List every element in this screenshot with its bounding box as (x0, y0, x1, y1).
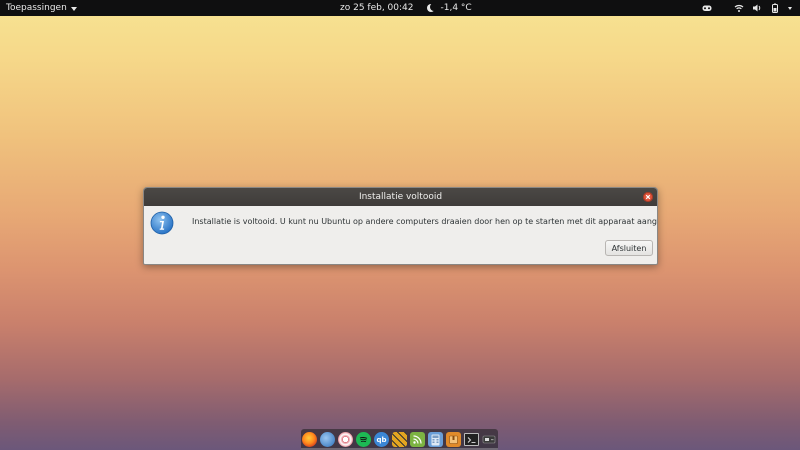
wifi-icon[interactable] (734, 3, 744, 13)
puzzle-icon[interactable] (392, 432, 407, 447)
calculator-icon[interactable] (428, 432, 443, 447)
info-icon (150, 211, 174, 235)
calculator-glyph (431, 434, 440, 445)
chevron-down-icon (70, 6, 77, 11)
weather-temperature: -1,4 °C (440, 3, 472, 13)
installation-complete-dialog: Installatie voltooid Installatie is volt… (143, 187, 658, 265)
applications-menu[interactable]: Toepassingen (6, 0, 77, 16)
usb-creator-icon[interactable] (482, 432, 497, 447)
clock-area[interactable]: zo 25 feb, 00:42 -1,4 °C (340, 0, 472, 16)
close-button[interactable]: Afsluiten (605, 240, 653, 256)
dock: qb (301, 429, 498, 450)
thunderbird-icon[interactable] (320, 432, 335, 447)
rss-glyph (413, 435, 422, 444)
archive-glyph (449, 435, 458, 444)
gamepad-icon[interactable] (702, 3, 712, 13)
moon-icon (427, 3, 439, 12)
dialog-message: Installatie is voltooid. U kunt nu Ubunt… (192, 217, 658, 226)
candy-icon[interactable] (338, 432, 353, 447)
spotify-waves (359, 436, 368, 443)
top-bar: Toepassingen zo 25 feb, 00:42 -1,4 °C (0, 0, 800, 16)
volume-icon[interactable] (752, 3, 762, 13)
applications-menu-label: Toepassingen (6, 3, 67, 13)
feed-icon[interactable] (410, 432, 425, 447)
dialog-titlebar[interactable]: Installatie voltooid (144, 188, 657, 206)
date-time: zo 25 feb, 00:42 (340, 3, 414, 13)
usb-drive-glyph (482, 435, 496, 444)
qbittorrent-label: qb (376, 435, 387, 444)
weather-indicator[interactable]: -1,4 °C (427, 0, 472, 16)
archive-icon[interactable] (446, 432, 461, 447)
terminal-prompt-glyph (467, 436, 475, 443)
spotify-icon[interactable] (356, 432, 371, 447)
qbittorrent-icon[interactable]: qb (374, 432, 389, 447)
chevron-down-icon[interactable] (788, 6, 792, 10)
battery-icon[interactable] (770, 3, 780, 13)
firefox-icon[interactable] (302, 432, 317, 447)
terminal-icon[interactable] (464, 433, 479, 446)
dialog-title: Installatie voltooid (358, 192, 443, 202)
system-tray[interactable] (702, 0, 792, 16)
close-icon[interactable] (643, 192, 653, 202)
